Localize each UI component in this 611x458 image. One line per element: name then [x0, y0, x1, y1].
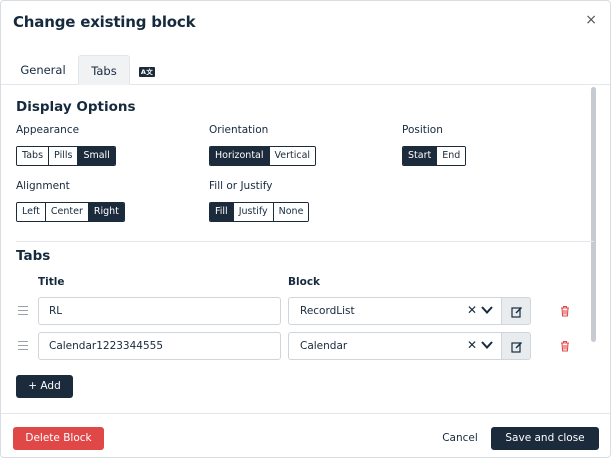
edit-icon: [511, 342, 522, 353]
edit-icon: [511, 307, 522, 318]
tab-row: RL RecordList ✕: [1, 297, 598, 325]
appearance-option-small[interactable]: Small: [78, 147, 115, 165]
drag-handle-icon[interactable]: [18, 341, 28, 350]
title-column-label: Title: [38, 276, 65, 288]
close-icon[interactable]: ×: [585, 13, 597, 27]
delete-block-button[interactable]: Delete Block: [13, 427, 104, 450]
fill-option-justify[interactable]: Justify: [233, 203, 274, 221]
modal-body: Display Options Appearance Tabs Pills Sm…: [1, 85, 598, 413]
orientation-option-vertical[interactable]: Vertical: [269, 147, 316, 165]
section-divider: [16, 241, 594, 242]
alignment-option-right[interactable]: Right: [88, 203, 124, 221]
block-column-label: Block: [288, 276, 321, 288]
fill-justify-group: Fill Justify None: [209, 202, 310, 222]
modal-header: Change existing block ×: [1, 1, 610, 47]
display-options-heading: Display Options: [16, 99, 136, 115]
drag-handle-icon[interactable]: [18, 306, 28, 315]
fill-justify-label: Fill or Justify: [209, 180, 273, 192]
alignment-label: Alignment: [16, 180, 70, 192]
fill-option-fill[interactable]: Fill: [210, 203, 234, 221]
alignment-option-left[interactable]: Left: [17, 203, 46, 221]
change-block-modal: Change existing block × General Tabs A文 …: [0, 0, 611, 458]
tab-bar: General Tabs A文: [1, 55, 610, 85]
clear-icon[interactable]: ✕: [467, 304, 477, 316]
clear-icon[interactable]: ✕: [467, 339, 477, 351]
tabs-heading: Tabs: [16, 248, 51, 264]
edit-block-button[interactable]: [501, 297, 531, 325]
position-option-end[interactable]: End: [437, 147, 466, 165]
alignment-group: Left Center Right: [16, 202, 125, 222]
appearance-group: Tabs Pills Small: [16, 146, 116, 166]
position-option-start[interactable]: Start: [403, 147, 438, 165]
tab-general[interactable]: General: [11, 55, 75, 85]
chevron-down-icon[interactable]: [481, 340, 493, 350]
appearance-option-pills[interactable]: Pills: [49, 147, 79, 165]
orientation-label: Orientation: [209, 124, 269, 136]
tab-title-input[interactable]: Calendar1223344555: [38, 332, 281, 360]
tab-translations[interactable]: A文: [132, 55, 162, 85]
modal-title: Change existing block: [13, 13, 196, 31]
trash-icon[interactable]: [559, 340, 571, 352]
modal-footer: Delete Block Cancel Save and close: [1, 413, 610, 457]
add-tab-button[interactable]: + Add: [16, 375, 73, 398]
appearance-label: Appearance: [16, 124, 80, 136]
orientation-option-horizontal[interactable]: Horizontal: [210, 147, 270, 165]
chevron-down-icon[interactable]: [481, 305, 493, 315]
cancel-button[interactable]: Cancel: [437, 427, 483, 450]
tab-title-input[interactable]: RL: [38, 297, 281, 325]
fill-option-none[interactable]: None: [273, 203, 309, 221]
tab-tabs[interactable]: Tabs: [78, 55, 130, 85]
position-label: Position: [402, 124, 443, 136]
alignment-option-center[interactable]: Center: [45, 203, 89, 221]
position-group: Start End: [402, 146, 467, 166]
appearance-option-tabs[interactable]: Tabs: [17, 147, 50, 165]
trash-icon[interactable]: [559, 305, 571, 317]
edit-block-button[interactable]: [501, 332, 531, 360]
tab-row: Calendar1223344555 Calendar ✕: [1, 332, 598, 360]
save-and-close-button[interactable]: Save and close: [491, 427, 599, 450]
translate-icon: A文: [138, 67, 156, 77]
orientation-group: Horizontal Vertical: [209, 146, 317, 166]
